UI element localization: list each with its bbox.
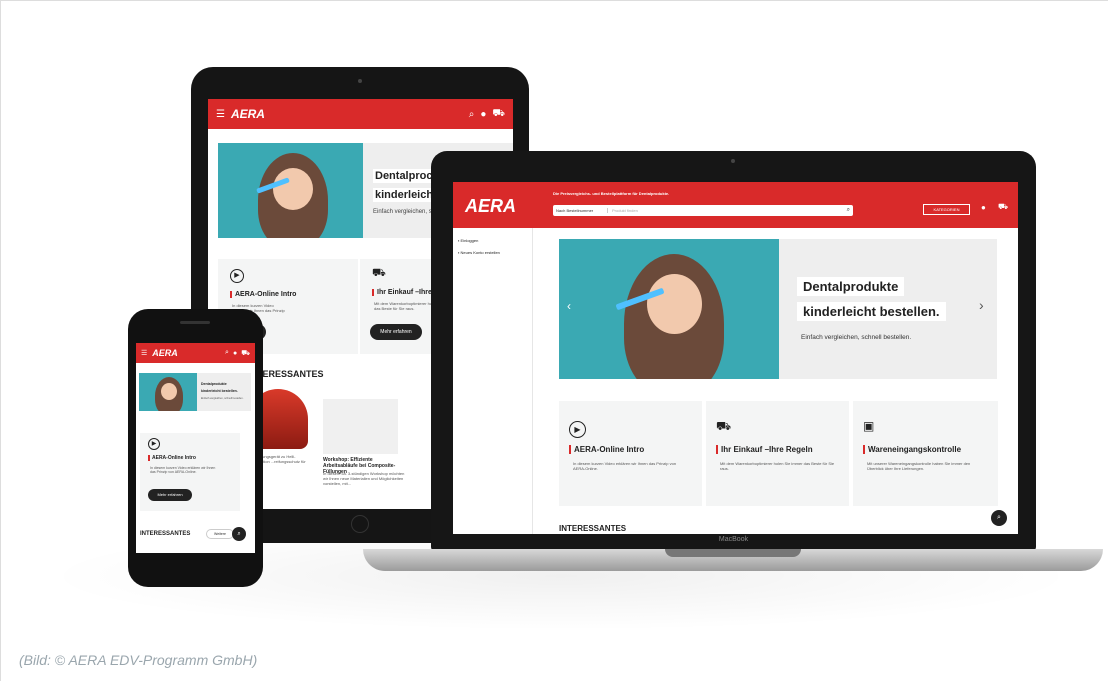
- phone-hero-image: [139, 373, 197, 411]
- laptop-search-icon[interactable]: ⌕: [847, 207, 853, 214]
- laptop-hero-line2: kinderleicht bestellen.: [797, 302, 946, 321]
- laptop-card-inspection-title: Wareneingangskontrolle: [863, 445, 961, 454]
- phone-user-icon[interactable]: ●: [233, 350, 237, 357]
- sidebar-item-login[interactable]: ▪ Einloggen: [458, 238, 478, 243]
- laptop-hero-text-panel: Dentalprodukte kinderleicht bestellen. E…: [779, 239, 997, 379]
- laptop-hero-image: ‹: [559, 239, 779, 379]
- laptop-sidebar: ▪ Einloggen ▪ Neues Konto erstellen: [453, 228, 533, 534]
- box-icon: ▣: [863, 419, 875, 433]
- chat-icon[interactable]: ⌕: [991, 510, 1007, 526]
- laptop-card-intro-text: In diesem kurzen Video erklären wir Ihne…: [573, 461, 677, 471]
- search-icon[interactable]: ⌕: [469, 109, 475, 120]
- laptop-play-icon[interactable]: ▶: [569, 421, 586, 438]
- cart-icon[interactable]: ⛟: [492, 108, 505, 121]
- phone-hero-sub: Einfach vergleichen, schnell bestellen.: [201, 397, 244, 400]
- laptop-lid: AERA Die Preisvergleichs- und Bestellpla…: [431, 151, 1036, 551]
- play-icon[interactable]: ▶: [230, 269, 244, 283]
- girl-face: [273, 168, 313, 210]
- laptop-logo[interactable]: AERA: [465, 196, 516, 217]
- laptop-card-intro[interactable]: ▶ AERA-Online Intro In diesem kurzen Vid…: [559, 401, 702, 506]
- phone-header: ☰ AERA ⌕ ● ⛟: [136, 343, 255, 363]
- phone-play-icon[interactable]: ▶: [148, 438, 160, 450]
- tablet-camera: [358, 79, 362, 83]
- laptop-search-input[interactable]: Produkt finden: [608, 208, 847, 213]
- laptop-card-intro-title: AERA-Online Intro: [569, 445, 644, 454]
- categories-button[interactable]: KATEGORIEN: [923, 204, 970, 215]
- laptop-header: AERA Die Preisvergleichs- und Bestellpla…: [453, 182, 1018, 228]
- workshop-image: [323, 399, 398, 454]
- tablet-header: ☰ AERA ⌕ ● ⛟: [208, 99, 513, 129]
- laptop-screen: AERA Die Preisvergleichs- und Bestellpla…: [453, 182, 1018, 534]
- phone-hero-line1: Dentalprodukte: [201, 382, 227, 386]
- laptop-user-icon[interactable]: ●: [981, 203, 986, 212]
- laptop-card-purchase-text: Mit dem Warenkorboptimierer holen Sie im…: [720, 461, 835, 471]
- laptop-camera: [731, 159, 735, 163]
- search-type-select[interactable]: Nach Bestellnummer: [553, 208, 608, 213]
- user-icon[interactable]: ●: [480, 109, 486, 120]
- laptop-hero-sub: Einfach vergleichen, schnell bestellen.: [801, 334, 912, 341]
- carousel-prev-icon[interactable]: ‹: [567, 299, 571, 313]
- tablet-more-button-2[interactable]: Mehr erfahren: [370, 324, 422, 340]
- tablet-home-button[interactable]: [351, 515, 369, 533]
- phone-menu-icon[interactable]: ☰: [141, 349, 147, 357]
- tablet-card-intro-title: AERA-Online Intro: [230, 291, 296, 298]
- carousel-next-icon[interactable]: ›: [979, 297, 984, 313]
- tablet-hero-image: [218, 143, 363, 238]
- phone-hero-text-panel: Dentalprodukte kinderleicht bestellen. E…: [197, 373, 251, 411]
- sidebar-item-login-label: Einloggen: [460, 238, 479, 243]
- phone-section-title: INTERESSANTES: [140, 531, 191, 537]
- sidebar-item-register[interactable]: ▪ Neues Konto erstellen: [458, 250, 500, 255]
- tablet-hero-line2: kinderleicht: [373, 188, 439, 202]
- phone-screen: ☰ AERA ⌕ ● ⛟ Dentalprodukte kinderleicht…: [136, 343, 255, 553]
- phone-card-intro[interactable]: ▶ AERA-Online Intro In diesem kurzen Vid…: [140, 433, 240, 511]
- phone-search-icon[interactable]: ⌕: [225, 349, 229, 357]
- phone-girl-face: [161, 383, 177, 400]
- cart-gear-icon: ⛟: [372, 267, 386, 279]
- phone-chat-icon[interactable]: ⌕: [232, 527, 246, 541]
- sidebar-item-register-label: Neues Konto erstellen: [460, 250, 500, 255]
- laptop-cart-gear-icon: ⛟: [716, 419, 732, 433]
- phone-more-small-button[interactable]: Weitere: [206, 529, 234, 539]
- laptop-tagline: Die Preisvergleichs- und Bestellplattfor…: [553, 191, 670, 196]
- phone-card-intro-text: In diesem kurzen Video erklären wir Ihne…: [150, 466, 216, 474]
- laptop-card-purchase[interactable]: ⛟ Ihr Einkauf –Ihre Regeln Mit dem Waren…: [706, 401, 849, 506]
- laptop-card-inspection-text: Mit unserer Wareneingangskontrolle haben…: [867, 461, 971, 471]
- laptop-notch: [665, 549, 801, 557]
- menu-icon[interactable]: ☰: [216, 109, 225, 120]
- phone-device: ☰ AERA ⌕ ● ⛟ Dentalprodukte kinderleicht…: [128, 309, 263, 587]
- tablet-hero-sub: Einfach vergleichen, s: [373, 209, 432, 215]
- photo-caption: (Bild: © AERA EDV-Programm GmbH): [19, 652, 258, 668]
- laptop-hero-line1: Dentalprodukte: [797, 277, 905, 296]
- laptop-search-bar[interactable]: Nach Bestellnummer Produkt finden ⌕: [553, 205, 853, 216]
- tablet-hero-line1: Dentalproc: [373, 169, 435, 183]
- laptop-card-inspection[interactable]: ▣ Wareneingangskontrolle Mit unserer War…: [853, 401, 998, 506]
- laptop-section-title: INTERESSANTES: [559, 524, 627, 533]
- phone-logo[interactable]: AERA: [152, 348, 178, 358]
- laptop-girl-face: [647, 274, 702, 334]
- phone-speaker: [180, 321, 210, 324]
- phone-more-button[interactable]: Mehr erfahren: [148, 489, 192, 501]
- phone-hero-line2: kinderleicht bestellen.: [201, 389, 238, 393]
- phone-cart-icon[interactable]: ⛟: [241, 349, 250, 358]
- laptop-cart-icon[interactable]: ⛟: [998, 202, 1008, 212]
- tablet-logo[interactable]: AERA: [231, 107, 265, 121]
- workshop-text: In diesem ca. 3-stündigen Workshop möcht…: [323, 471, 405, 486]
- phone-card-intro-title: AERA-Online Intro: [148, 455, 196, 461]
- photo-frame: ☰ AERA ⌕ ● ⛟ Dentalproc kinderleicht Ein…: [0, 0, 1108, 681]
- laptop-card-purchase-title: Ihr Einkauf –Ihre Regeln: [716, 445, 813, 454]
